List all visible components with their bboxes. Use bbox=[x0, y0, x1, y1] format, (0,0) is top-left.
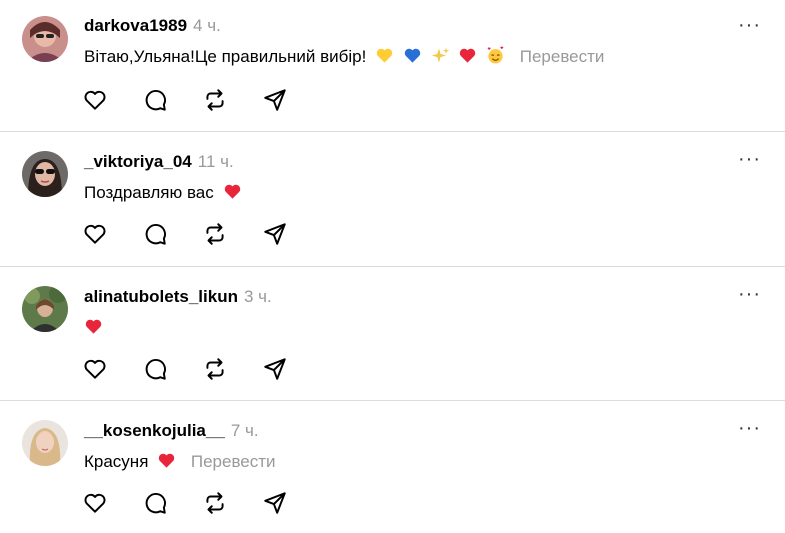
like-button[interactable] bbox=[82, 490, 108, 516]
reply-button[interactable] bbox=[142, 490, 168, 516]
comment-text-content: Поздравляю вас bbox=[84, 183, 214, 202]
red-heart-icon bbox=[458, 46, 477, 65]
comment-icon bbox=[145, 90, 166, 111]
repost-button[interactable] bbox=[202, 87, 228, 113]
more-options-button[interactable]: ··· bbox=[738, 284, 761, 304]
heart-icon bbox=[84, 359, 106, 379]
username-text[interactable]: darkova1989 bbox=[84, 16, 187, 35]
repost-icon bbox=[206, 358, 224, 380]
repost-button[interactable] bbox=[202, 356, 228, 382]
repost-button[interactable] bbox=[202, 490, 228, 516]
heart-icon bbox=[84, 224, 106, 244]
repost-icon bbox=[206, 223, 224, 245]
smiling-face-with-hearts-icon bbox=[486, 46, 505, 65]
comment-text-content: Красуня bbox=[84, 452, 149, 471]
share-button[interactable] bbox=[262, 87, 288, 113]
username-text[interactable]: _viktoriya_04 bbox=[84, 152, 192, 171]
sparkles-icon bbox=[431, 46, 450, 65]
username-text[interactable]: __kosenkojulia__ bbox=[84, 421, 225, 440]
like-button[interactable] bbox=[82, 356, 108, 382]
avatar[interactable] bbox=[22, 420, 68, 466]
avatar[interactable] bbox=[22, 151, 68, 197]
comment-text: Вітаю,Ульяна!Це правильний вибір! Переве… bbox=[84, 46, 604, 67]
share-icon bbox=[264, 89, 286, 111]
comment-icon bbox=[145, 493, 166, 514]
share-icon bbox=[264, 223, 286, 245]
timestamp: 3 ч. bbox=[243, 287, 272, 306]
red-heart-icon bbox=[84, 317, 103, 336]
comment-text: Поздравляю вас bbox=[84, 182, 242, 203]
username[interactable]: darkova1989 4 ч. bbox=[84, 16, 221, 36]
comment-text-content: Вітаю,Ульяна!Це правильний вибір! bbox=[84, 47, 367, 66]
translate-link[interactable]: Перевести bbox=[191, 452, 276, 471]
heart-icon bbox=[84, 493, 106, 513]
comment-1: darkova1989 4 ч. ··· Вітаю,Ульяна!Це прав… bbox=[0, 0, 785, 132]
share-button[interactable] bbox=[262, 490, 288, 516]
like-button[interactable] bbox=[82, 87, 108, 113]
reply-button[interactable] bbox=[142, 356, 168, 382]
red-heart-icon bbox=[223, 182, 242, 201]
like-button[interactable] bbox=[82, 221, 108, 247]
comment-3: alinatubolets_likun 3 ч. ··· bbox=[0, 267, 785, 401]
red-heart-icon bbox=[157, 451, 176, 470]
timestamp: 7 ч. bbox=[230, 421, 259, 440]
share-icon bbox=[264, 492, 286, 514]
username[interactable]: _viktoriya_04 11 ч. bbox=[84, 152, 234, 172]
reply-button[interactable] bbox=[142, 221, 168, 247]
more-options-button[interactable]: ··· bbox=[738, 15, 761, 35]
repost-button[interactable] bbox=[202, 221, 228, 247]
yellow-heart-icon bbox=[375, 46, 394, 65]
avatar[interactable] bbox=[22, 16, 68, 62]
translate-link[interactable]: Перевести bbox=[520, 47, 605, 66]
comment-4: __kosenkojulia__ 7 ч. ··· Красуня Перевес… bbox=[0, 401, 785, 533]
share-button[interactable] bbox=[262, 221, 288, 247]
share-button[interactable] bbox=[262, 356, 288, 382]
username-text[interactable]: alinatubolets_likun bbox=[84, 287, 238, 306]
share-icon bbox=[264, 358, 286, 380]
avatar[interactable] bbox=[22, 286, 68, 332]
comment-2: _viktoriya_04 11 ч. ··· Поздравляю вас bbox=[0, 132, 785, 266]
comment-text: Красуня Перевести bbox=[84, 451, 276, 472]
repost-icon bbox=[206, 492, 224, 514]
timestamp: 11 ч. bbox=[197, 152, 234, 171]
repost-icon bbox=[206, 89, 224, 111]
username[interactable]: alinatubolets_likun 3 ч. bbox=[84, 287, 272, 307]
more-options-button[interactable]: ··· bbox=[738, 149, 761, 169]
reply-button[interactable] bbox=[142, 87, 168, 113]
comment-icon bbox=[145, 224, 166, 245]
timestamp: 4 ч. bbox=[193, 16, 221, 35]
blue-heart-icon bbox=[403, 46, 422, 65]
more-options-button[interactable]: ··· bbox=[738, 418, 761, 438]
username[interactable]: __kosenkojulia__ 7 ч. bbox=[84, 421, 259, 441]
heart-icon bbox=[84, 90, 106, 110]
comment-text bbox=[84, 317, 103, 338]
comment-icon bbox=[145, 359, 166, 380]
